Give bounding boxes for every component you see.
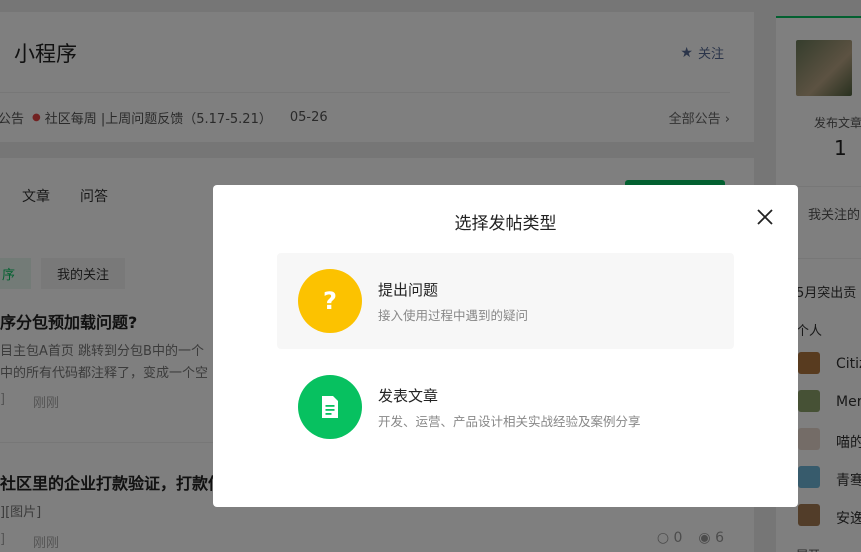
close-icon <box>757 209 773 225</box>
dialog-title: 选择发帖类型 <box>454 214 557 234</box>
question-mark-icon: ? <box>298 269 362 333</box>
option-name: 提出问题 <box>378 281 439 299</box>
option-description: 接入使用过程中遇到的疑问 <box>378 308 529 323</box>
option-publish-article[interactable]: 发表文章 开发、运营、产品设计相关实战经验及案例分享 <box>277 359 734 455</box>
close-button[interactable] <box>753 205 777 229</box>
option-ask-question[interactable]: ? 提出问题 接入使用过程中遇到的疑问 <box>277 253 734 349</box>
option-description: 开发、运营、产品设计相关实战经验及案例分享 <box>378 414 641 429</box>
post-type-dialog: 选择发帖类型 ? 提出问题 接入使用过程中遇到的疑问 发表文章 开发、运营、产品… <box>213 185 798 507</box>
document-icon <box>298 375 362 439</box>
option-name: 发表文章 <box>378 387 439 405</box>
